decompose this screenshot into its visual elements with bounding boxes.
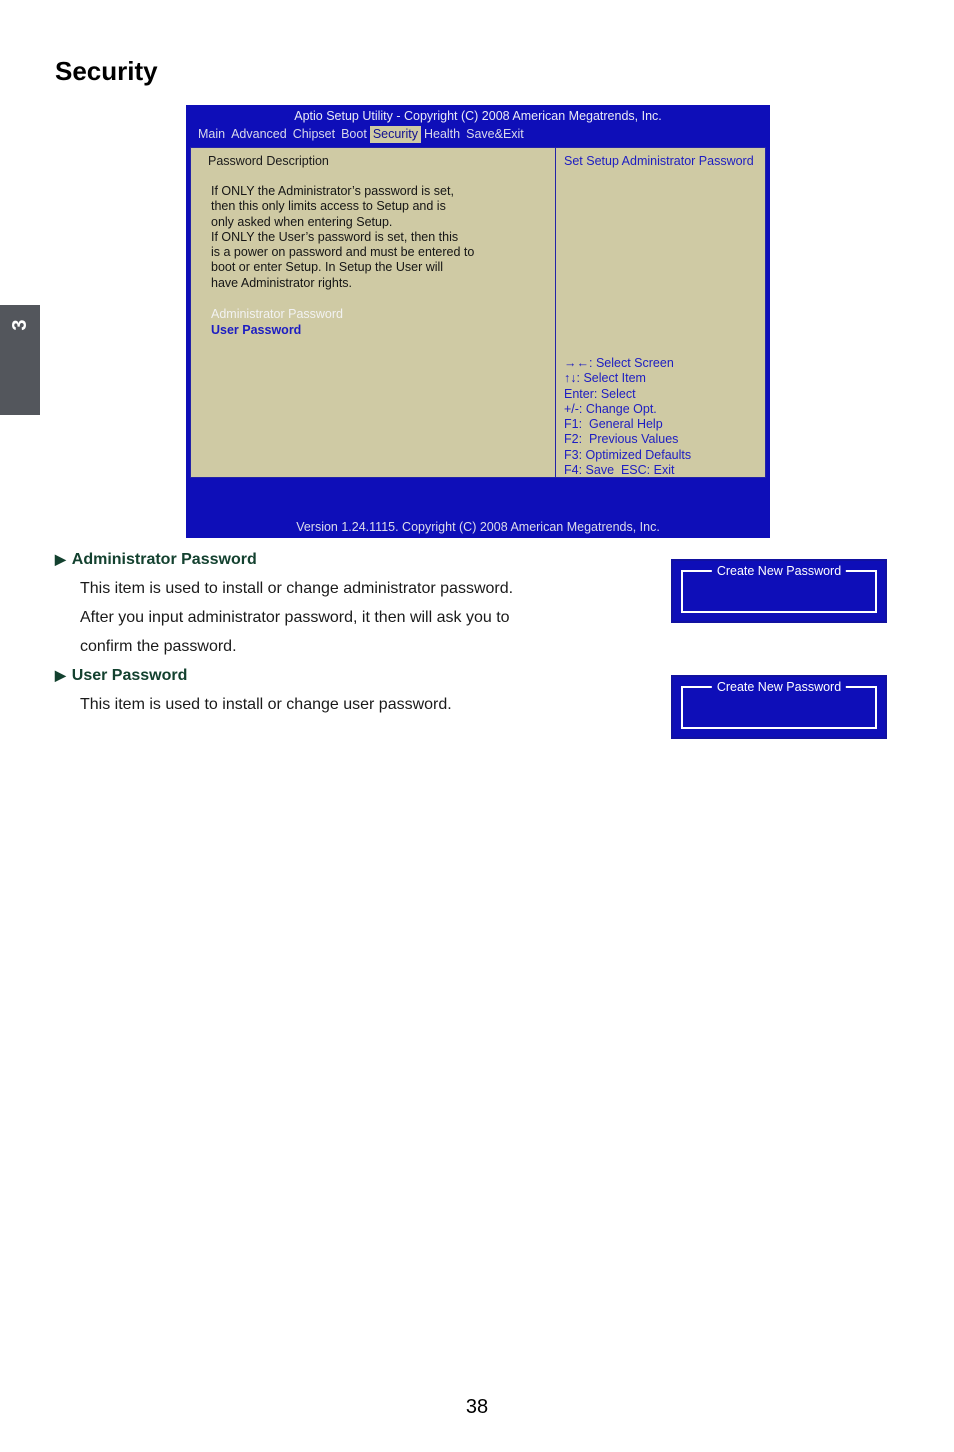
bios-item-user-password[interactable]: User Password [211, 322, 301, 338]
section-heading-label: User Password [71, 667, 188, 684]
bios-version-bar: Version 1.24.1115. Copyright (C) 2008 Am… [186, 517, 770, 538]
bios-help-title: Set Setup Administrator Password [564, 154, 754, 168]
bios-right-panel: Set Setup Administrator Password →←: Sel… [556, 148, 765, 477]
bios-key-legend: →←: Select Screen ↑↓: Select Item Enter:… [564, 356, 692, 478]
dialog-frame: Create New Password [681, 564, 877, 613]
page-title: Security [55, 56, 158, 86]
create-new-password-dialog-user: Create New Password [671, 675, 887, 739]
document-body: ▶ Administrator Password This item is use… [55, 545, 655, 719]
bios-item-administrator-password[interactable]: Administrator Password [211, 306, 343, 322]
bios-title-bar: Aptio Setup Utility - Copyright (C) 2008… [294, 109, 662, 123]
dialog-title: Create New Password [711, 680, 847, 694]
bios-menu-advanced[interactable]: Advanced [228, 126, 290, 143]
section-paragraph-line: This item is used to install or change u… [80, 696, 452, 713]
bios-menu-security[interactable]: Security [369, 126, 421, 143]
section-heading-administrator-password: ▶ Administrator Password [55, 545, 655, 574]
dialog-frame: Create New Password [681, 680, 877, 729]
section-paragraph-line: This item is used to install or change a… [80, 580, 514, 597]
bios-menu-health[interactable]: Health [421, 126, 463, 143]
section-heading-user-password: ▶ User Password [55, 661, 655, 690]
section-heading-label: Administrator Password [71, 551, 257, 568]
bios-content-area: Password Description If ONLY the Adminis… [190, 147, 766, 478]
dialog-title: Create New Password [711, 564, 847, 578]
section-paragraph-line: confirm the password. [80, 638, 237, 655]
chapter-number: 3 [9, 319, 31, 331]
create-new-password-dialog-admin: Create New Password [671, 559, 887, 623]
chapter-tab: 3 [0, 305, 40, 415]
bios-menu-main[interactable]: Main [195, 126, 228, 143]
bios-left-panel: Password Description If ONLY the Adminis… [191, 148, 556, 477]
bios-setup-window: Aptio Setup Utility - Copyright (C) 2008… [186, 105, 770, 538]
password-description-heading: Password Description [208, 154, 329, 168]
section-paragraph-line: After you input administrator password, … [80, 609, 510, 626]
triangle-bullet-icon: ▶ [55, 667, 66, 683]
bios-menu-saveexit[interactable]: Save&Exit [463, 126, 527, 143]
triangle-bullet-icon: ▶ [55, 551, 66, 567]
bios-menu-bar[interactable]: Main Advanced Chipset Boot Security Health Sav… [186, 124, 770, 143]
bios-menu-boot[interactable]: Boot [338, 126, 370, 143]
bios-menu-chipset[interactable]: Chipset [290, 126, 338, 143]
page-number: 38 [465, 1396, 489, 1418]
password-description-text: If ONLY the Administrator’s password is … [211, 184, 475, 290]
